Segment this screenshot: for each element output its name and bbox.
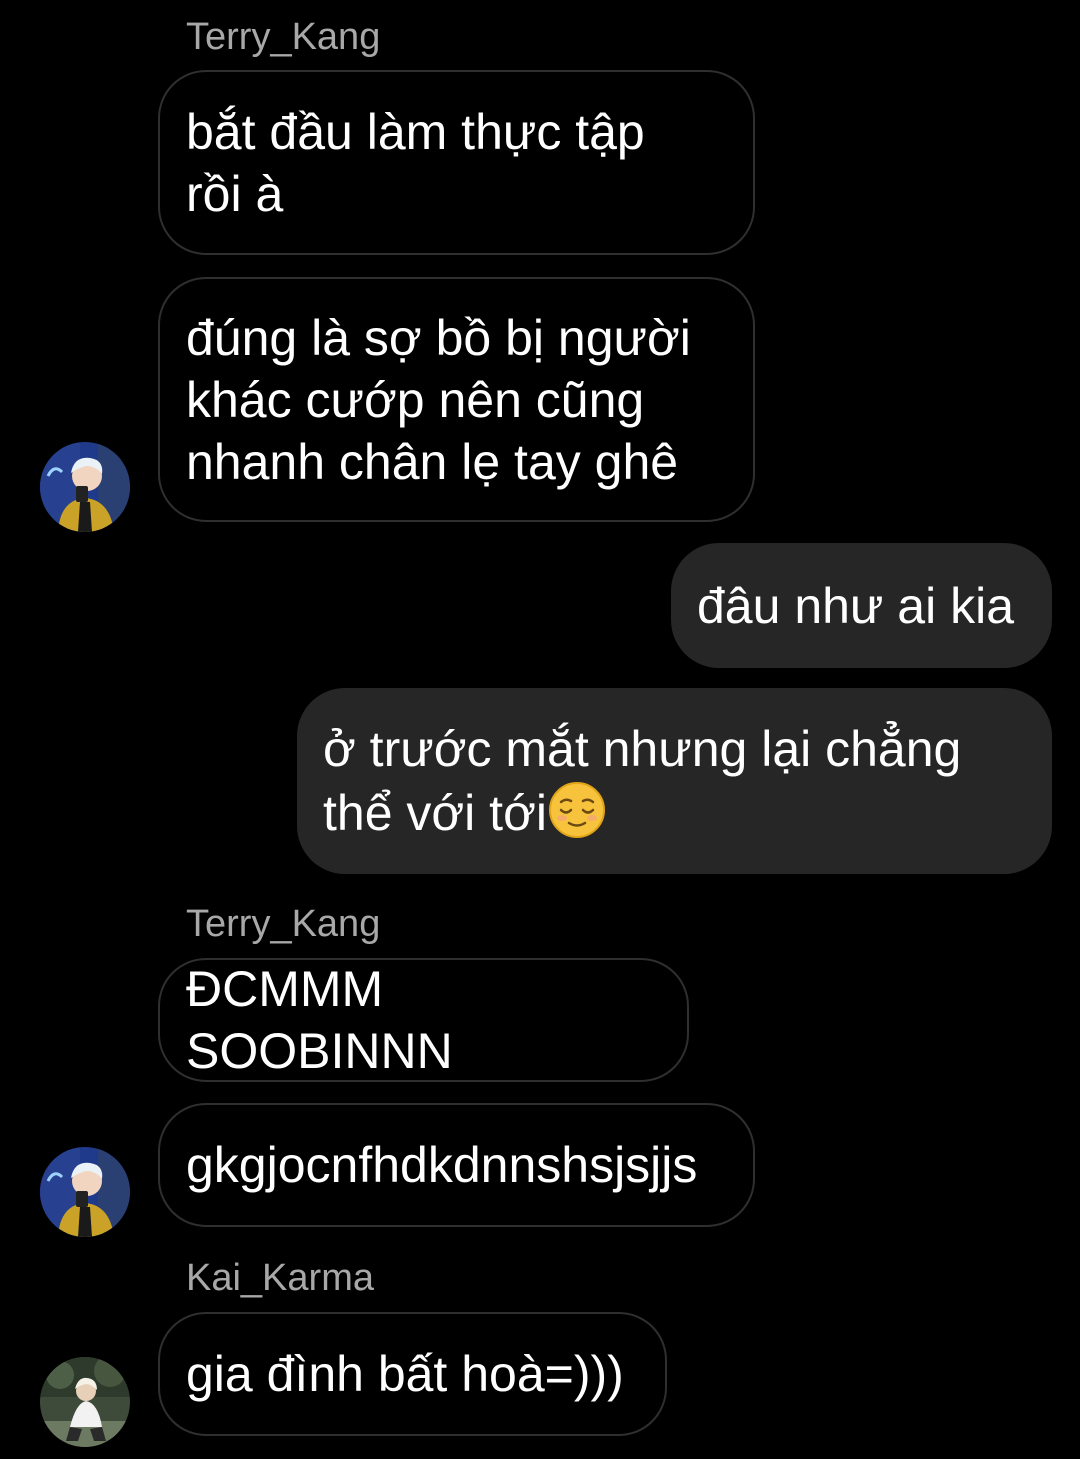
- message-text: gkgjocnfhdkdnnshsjsjjs: [186, 1137, 698, 1193]
- person-avatar-icon: [40, 1357, 130, 1447]
- relieved-face-emoji-icon: [548, 782, 605, 838]
- message-bubble-incoming[interactable]: ĐCMMM SOOBINNN: [158, 958, 689, 1082]
- message-text: ĐCMMM SOOBINNN: [186, 961, 453, 1079]
- message-text: đúng là sợ bồ bị người khác cướp nên cũn…: [186, 309, 691, 490]
- message-text: đâu như ai kia: [697, 577, 1015, 634]
- message-bubble-incoming[interactable]: gia đình bất hoà=))): [158, 1312, 667, 1436]
- message-text: bắt đầu làm thực tập rồi à: [186, 103, 645, 222]
- message-text: gia đình bất hoà=))): [186, 1346, 624, 1402]
- sender-name-kai-karma[interactable]: Kai_Karma: [186, 1259, 374, 1297]
- sender-name-terry-kang[interactable]: Terry_Kang: [186, 18, 380, 56]
- message-text: ở trước mắt nhưng lại chẳng thể với tới: [323, 721, 962, 841]
- avatar-terry-kang[interactable]: [40, 442, 130, 532]
- sender-name-terry-kang[interactable]: Terry_Kang: [186, 905, 380, 943]
- message-bubble-outgoing[interactable]: ở trước mắt nhưng lại chẳng thể với tới: [297, 688, 1052, 874]
- message-bubble-incoming[interactable]: đúng là sợ bồ bị người khác cướp nên cũn…: [158, 277, 755, 522]
- person-avatar-icon: [40, 1147, 130, 1237]
- message-bubble-outgoing[interactable]: đâu như ai kia: [671, 543, 1052, 668]
- message-bubble-incoming[interactable]: bắt đầu làm thực tập rồi à: [158, 70, 755, 255]
- person-avatar-icon: [40, 442, 130, 532]
- message-bubble-incoming[interactable]: gkgjocnfhdkdnnshsjsjjs: [158, 1103, 755, 1227]
- avatar-kai-karma[interactable]: [40, 1357, 130, 1447]
- avatar-terry-kang[interactable]: [40, 1147, 130, 1237]
